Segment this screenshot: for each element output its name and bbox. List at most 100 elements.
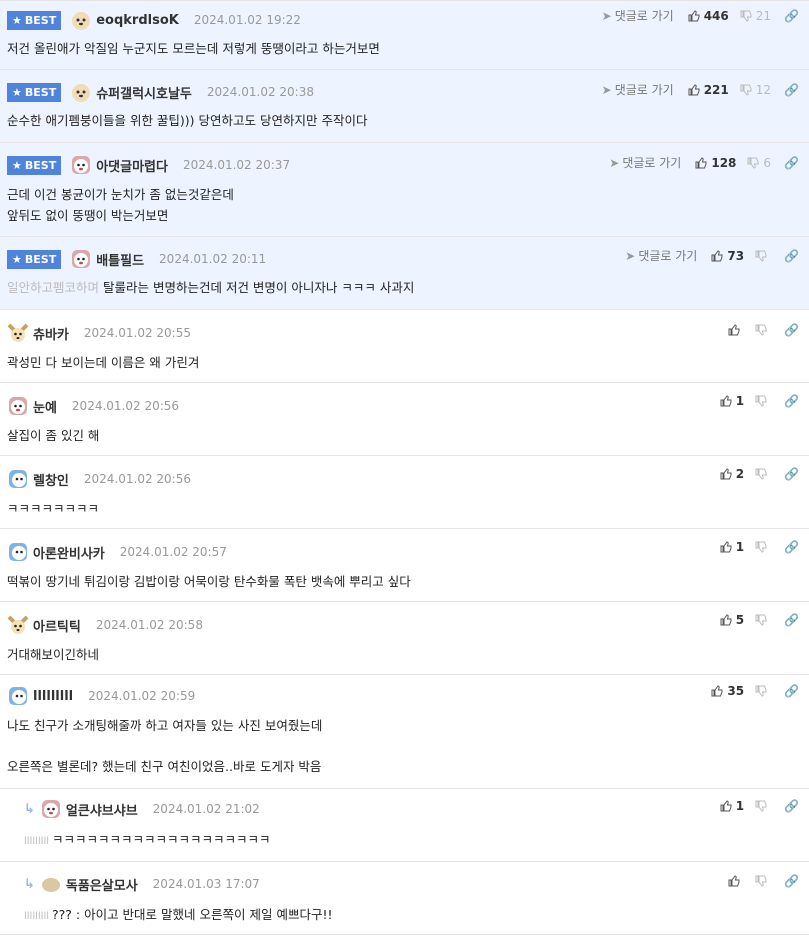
- link-icon[interactable]: 🔗: [784, 874, 799, 888]
- avatar[interactable]: [70, 154, 92, 176]
- thumbs-down-icon: [755, 541, 767, 553]
- goto-comment-link[interactable]: ➤ 댓글로 가기: [602, 81, 674, 98]
- comment-text: ㅋㅋㅋㅋㅋㅋㅋㅋ: [7, 501, 100, 516]
- comment-header: 아르틱틱 2024.01.02 20:58: [7, 615, 203, 635]
- dislike-button[interactable]: [755, 875, 771, 887]
- comment-date: 2024.01.02 20:56: [71, 399, 180, 413]
- nickname[interactable]: 슈퍼갤럭시호날두: [96, 83, 192, 102]
- nickname[interactable]: 독품은살모사: [66, 875, 138, 894]
- dislike-button[interactable]: [755, 800, 771, 812]
- link-icon[interactable]: 🔗: [784, 540, 799, 554]
- dislike-button[interactable]: 6: [747, 156, 771, 170]
- reply-comment: ↳ 독품은살모사 2024.01.03 17:07 lllllllll??? :…: [0, 862, 809, 935]
- avatar[interactable]: [7, 395, 29, 417]
- like-button[interactable]: 1: [720, 540, 744, 554]
- link-icon[interactable]: 🔗: [784, 799, 799, 813]
- link-icon[interactable]: 🔗: [784, 467, 799, 481]
- comment: 눈예 2024.01.02 20:56 살집이 좀 있긴 해 1 🔗: [0, 383, 809, 456]
- quoted-nickname: 일안하고펨코하며: [7, 280, 100, 295]
- avatar[interactable]: [7, 468, 29, 490]
- link-icon[interactable]: 🔗: [784, 394, 799, 408]
- thumbs-down-icon: [755, 800, 767, 812]
- like-button[interactable]: 35: [711, 684, 744, 698]
- comment-date: 2024.01.02 21:02: [152, 802, 260, 816]
- like-button[interactable]: 128: [695, 156, 736, 170]
- dislike-button[interactable]: 21: [740, 9, 771, 23]
- comment-date: 2024.01.02 20:58: [95, 618, 203, 632]
- comment-text: 근데 이건 봉균이가 눈치가 좀 없는것같은데 앞뒤도 없이 뚱땡이 박는거보면: [7, 184, 234, 226]
- link-icon[interactable]: 🔗: [784, 9, 799, 23]
- nickname[interactable]: eoqkrdlsoK: [96, 13, 179, 28]
- comment-text: 곽성민 다 보이는데 이름은 왜 가린겨: [7, 355, 200, 370]
- comment-header: 츄바카 2024.01.02 20:55: [7, 323, 191, 343]
- comment-header: ★ BEST 배틀필드 2024.01.02 20:11: [7, 249, 266, 269]
- like-button[interactable]: 5: [720, 613, 744, 627]
- avatar[interactable]: [7, 322, 29, 344]
- nickname[interactable]: 츄바카: [33, 324, 69, 343]
- like-button[interactable]: 73: [711, 249, 744, 263]
- avatar[interactable]: [70, 248, 92, 270]
- comment-actions: 2 🔗: [720, 467, 799, 481]
- star-icon: ★: [12, 252, 22, 266]
- comment-header: ↳ 얼큰샤브샤브 2024.01.02 21:02: [24, 799, 260, 819]
- thumbs-down-icon: [740, 10, 752, 22]
- goto-comment-link[interactable]: ➤ 댓글로 가기: [602, 7, 674, 24]
- like-button[interactable]: 446: [688, 9, 729, 23]
- avatar[interactable]: [7, 614, 29, 636]
- thumbs-up-icon: [720, 468, 732, 480]
- avatar[interactable]: [70, 9, 92, 31]
- avatar[interactable]: [7, 685, 29, 707]
- like-button[interactable]: [728, 324, 744, 336]
- dislike-button[interactable]: [755, 395, 771, 407]
- reply-mention: lllllllll: [24, 836, 50, 847]
- link-icon[interactable]: 🔗: [784, 684, 799, 698]
- comment-text: 거대해보이긴하네: [7, 647, 100, 662]
- nickname[interactable]: lllllllll: [33, 689, 73, 704]
- thumbs-down-icon: [755, 875, 767, 887]
- like-button[interactable]: [728, 875, 744, 887]
- dislike-button[interactable]: [755, 250, 771, 262]
- comment-date: 2024.01.02 20:38: [206, 85, 314, 99]
- like-button[interactable]: 1: [720, 394, 744, 408]
- nickname[interactable]: 눈예: [33, 397, 57, 416]
- comment-header: ★ BEST 슈퍼갤럭시호날두 2024.01.02 20:38: [7, 82, 314, 102]
- like-button[interactable]: 2: [720, 467, 744, 481]
- nickname[interactable]: 렐창인: [33, 470, 69, 489]
- dislike-button[interactable]: [755, 324, 771, 336]
- like-button[interactable]: 221: [688, 83, 729, 97]
- thumbs-up-icon: [720, 614, 732, 626]
- link-icon[interactable]: 🔗: [784, 156, 799, 170]
- comment-line: 앞뒤도 없이 뚱땡이 박는거보면: [7, 208, 169, 223]
- link-icon[interactable]: 🔗: [784, 613, 799, 627]
- like-button[interactable]: 1: [720, 799, 744, 813]
- link-icon[interactable]: 🔗: [784, 249, 799, 263]
- link-icon[interactable]: 🔗: [784, 83, 799, 97]
- link-icon[interactable]: 🔗: [784, 323, 799, 337]
- arrow-icon: ➤: [601, 83, 612, 97]
- dislike-button[interactable]: [755, 614, 771, 626]
- dislike-button[interactable]: [755, 541, 771, 553]
- comment-line: 근데 이건 봉균이가 눈치가 좀 없는것같은데: [7, 187, 234, 202]
- avatar[interactable]: [7, 541, 29, 563]
- dislike-button[interactable]: 12: [740, 83, 771, 97]
- avatar[interactable]: [40, 798, 62, 820]
- comment-header: ★ BEST 아댓글마렵다 2024.01.02 20:37: [7, 155, 290, 175]
- avatar[interactable]: [40, 873, 62, 895]
- nickname[interactable]: 배틀필드: [96, 250, 144, 269]
- comment-date: 2024.01.02 20:57: [119, 545, 227, 559]
- comment-header: ↳ 독품은살모사 2024.01.03 17:07: [24, 874, 260, 894]
- comment-actions: ➤ 댓글로 가기 128 6 🔗: [609, 154, 799, 171]
- comment: 아론완비사카 2024.01.02 20:57 떡볶이 땅기네 튀김이랑 김밥이…: [0, 529, 809, 602]
- nickname[interactable]: 아르틱틱: [33, 616, 81, 635]
- nickname[interactable]: 얼큰샤브샤브: [66, 800, 138, 819]
- comment-header: lllllllll 2024.01.02 20:59: [7, 686, 195, 706]
- nickname[interactable]: 아론완비사카: [33, 543, 105, 562]
- reply-comment: ↳ 얼큰샤브샤브 2024.01.02 21:02 lllllllll ㅋㅋㅋㅋㅋ…: [0, 789, 809, 862]
- comment-date: 2024.01.02 20:37: [182, 158, 291, 172]
- avatar[interactable]: [70, 81, 92, 103]
- goto-comment-link[interactable]: ➤ 댓글로 가기: [625, 247, 697, 264]
- nickname[interactable]: 아댓글마렵다: [96, 156, 168, 175]
- dislike-button[interactable]: [755, 685, 771, 697]
- dislike-button[interactable]: [755, 468, 771, 480]
- goto-comment-link[interactable]: ➤ 댓글로 가기: [609, 154, 681, 171]
